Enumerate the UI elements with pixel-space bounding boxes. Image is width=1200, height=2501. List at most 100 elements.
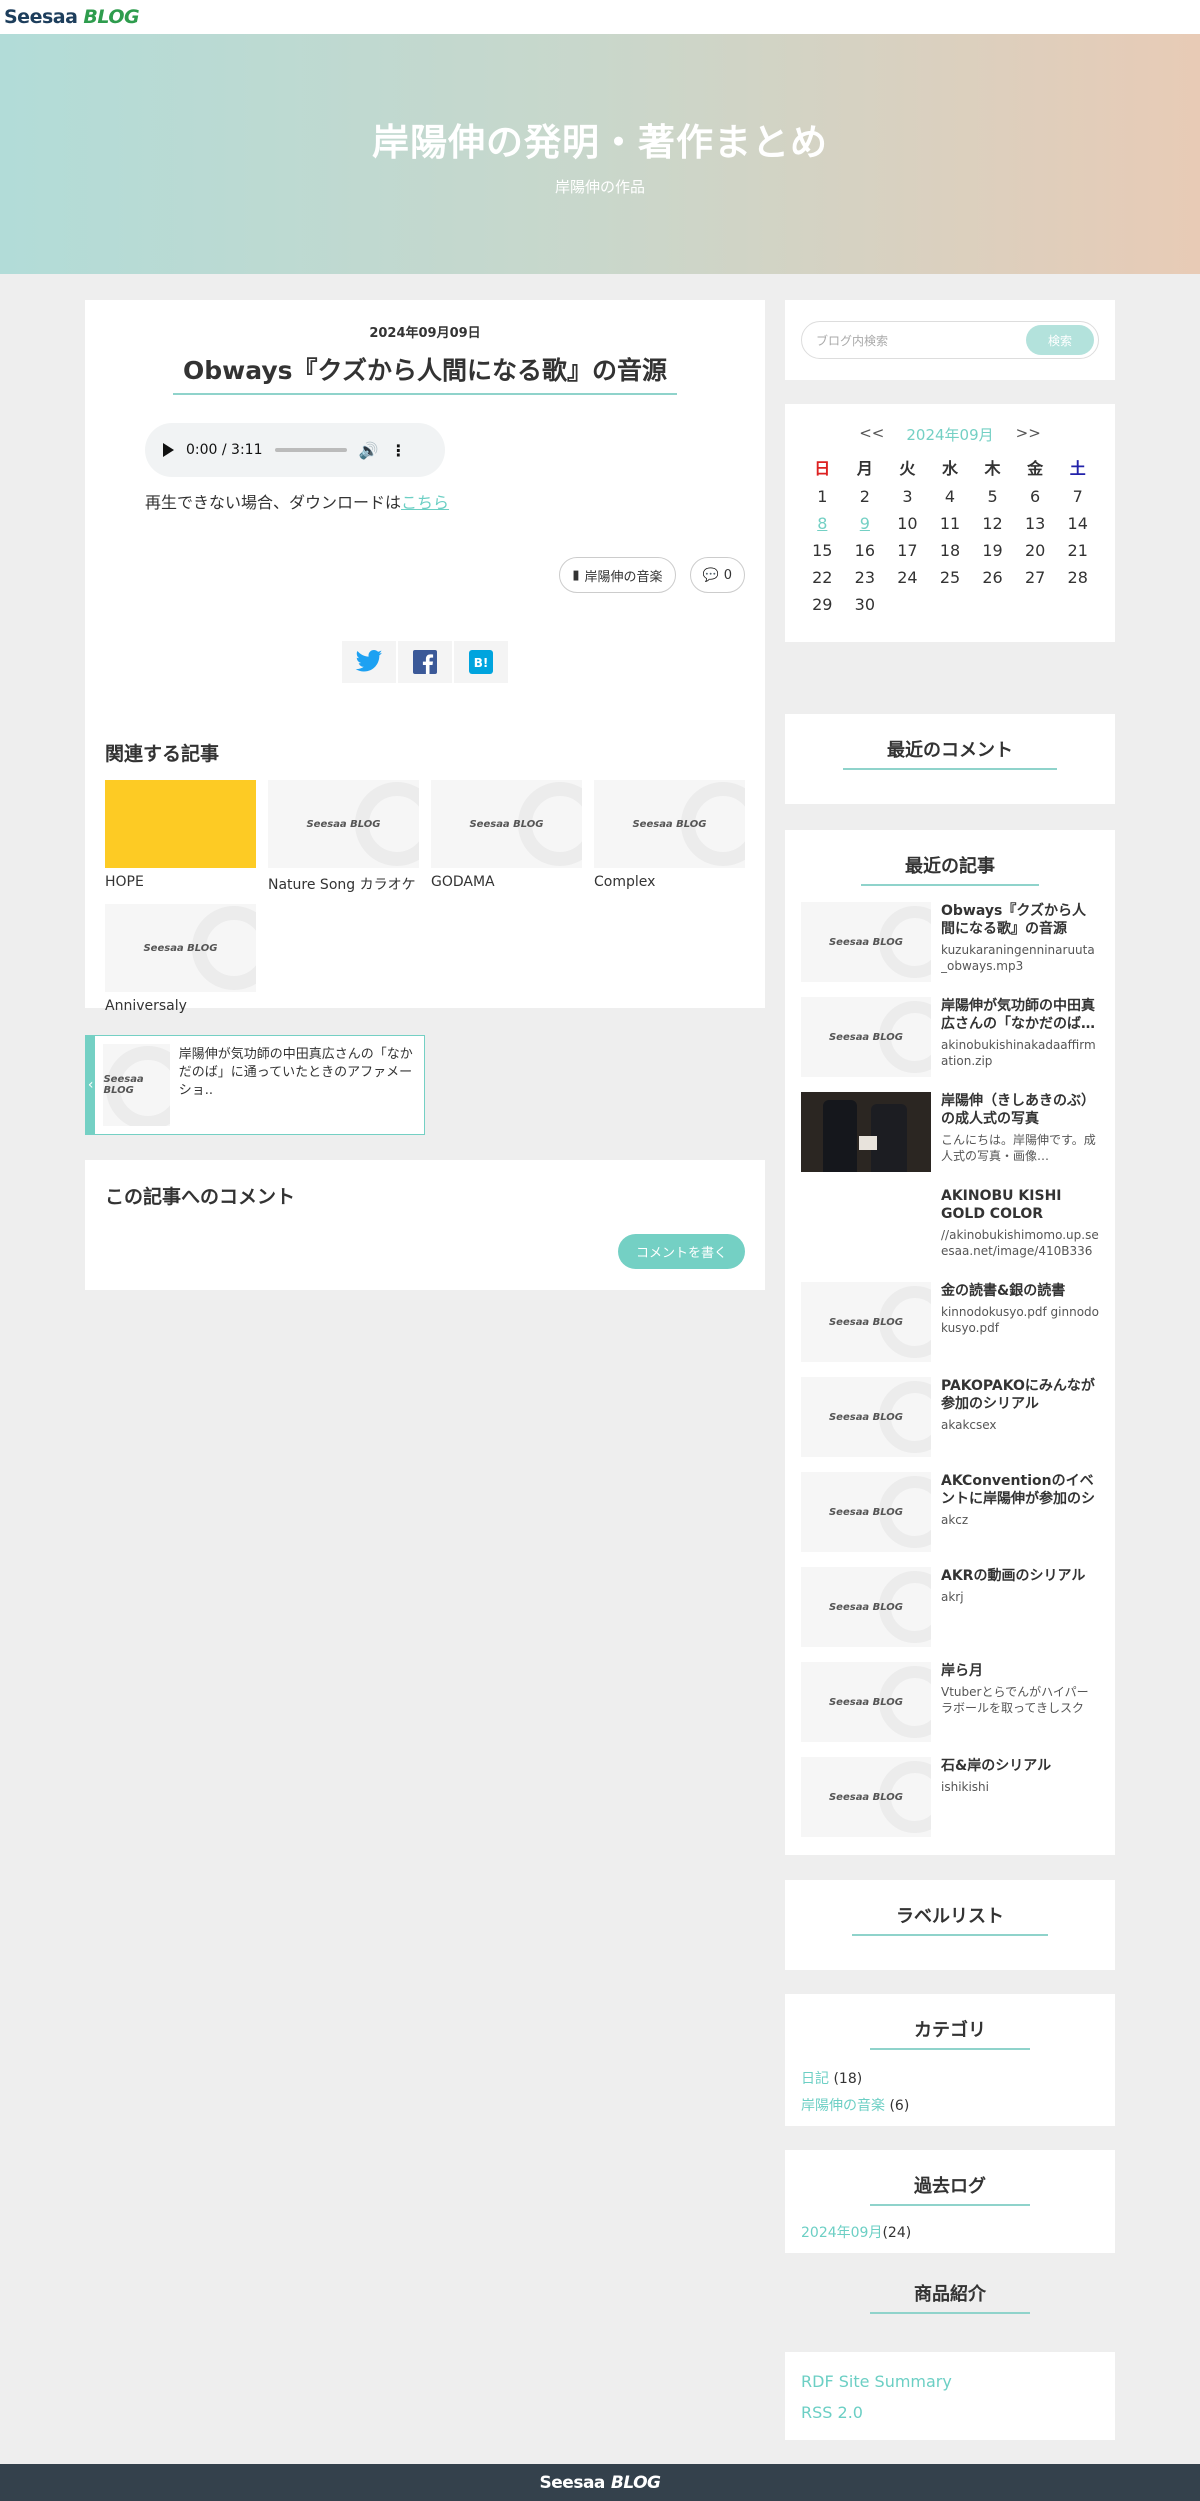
article-title[interactable]: Obways『クズから人間になる歌』の音源	[105, 351, 745, 395]
related-item[interactable]: Seesaa BLOG Nature Song カラオケ	[268, 780, 419, 894]
blog-title[interactable]: 岸陽伸の発明・著作まとめ	[372, 112, 828, 166]
recent-article-item[interactable]: Seesaa BLOG 岸陽伸が気功師の中田真広さんの「なかだのば… akinobu…	[801, 997, 1099, 1092]
calendar-weekday: 水	[941, 459, 958, 478]
calendar-day: 23	[854, 568, 876, 587]
related-articles: HOPE Seesaa BLOG Nature Song カラオケ Seesaa…	[105, 780, 745, 1014]
recent-article-text: 岸ら月 Vtuberとらでんがハイパーラボールを取ってきしスクー…	[941, 1662, 1099, 1757]
calendar-day: 25	[939, 568, 961, 587]
recent-articles-widget: 最近の記事 Seesaa BLOG Obways『クズから人間になる歌』の音源 ku…	[785, 830, 1115, 1855]
recent-article-item[interactable]: Seesaa BLOG Obways『クズから人間になる歌』の音源 kuzukara…	[801, 902, 1099, 997]
twitter-share-button[interactable]	[342, 641, 396, 683]
calendar-day[interactable]: 9	[844, 514, 887, 533]
recent-article-item[interactable]: Seesaa BLOG PAKOPAKOにみんなが参加のシリアル akakcsex	[801, 1377, 1099, 1472]
more-options-icon[interactable]: ⋮	[390, 441, 406, 460]
recent-article-desc: Vtuberとらでんがハイパーラボールを取ってきしスクー…	[941, 1685, 1089, 1715]
recent-article-desc: akinobukishinakadaaffirmation.zip	[941, 1038, 1096, 1068]
archive-title: 過去ログ	[801, 2172, 1099, 2206]
calendar-prev-link[interactable]: <<	[859, 424, 884, 445]
related-thumbnail: Seesaa BLOG	[431, 780, 582, 868]
recent-article-title[interactable]: 石&岸のシリアル	[941, 1757, 1051, 1775]
facebook-share-button[interactable]	[398, 641, 452, 683]
comment-count-pill[interactable]: 💬 0	[689, 557, 745, 593]
calendar-day[interactable]: 8	[801, 514, 844, 533]
play-icon[interactable]	[163, 443, 174, 457]
labels-title: ラベルリスト	[785, 1902, 1115, 1936]
comments-heading: この記事へのコメント	[105, 1186, 296, 1208]
category-link[interactable]: 岸陽伸の音楽	[801, 2098, 885, 2114]
previous-article-thumbnail: Seesaa BLOG	[103, 1044, 170, 1126]
recent-article-title[interactable]: AKRの動画のシリアル	[941, 1567, 1085, 1585]
related-item[interactable]: Seesaa BLOG Anniversaly	[105, 904, 256, 1014]
recent-article-title[interactable]: Obways『クズから人間になる歌』の音源	[941, 902, 1099, 938]
audio-seek-bar[interactable]	[274, 448, 347, 452]
archive-link[interactable]: 2024年09月	[801, 2225, 882, 2241]
recent-article-item[interactable]: Seesaa BLOG AKRの動画のシリアル akrj	[801, 1567, 1099, 1662]
category-count: (18)	[833, 2071, 863, 2087]
calendar-day: 21	[1067, 541, 1088, 560]
previous-article-title: 岸陽伸が気功師の中田真広さんの「なかだのば」に通っていたときのアファメーショ..	[178, 1047, 413, 1098]
related-item[interactable]: Seesaa BLOG Complex	[594, 780, 745, 894]
calendar-weekday: 火	[899, 459, 916, 478]
category-widget: カテゴリ 日記 (18) 岸陽伸の音楽 (6)	[785, 1994, 1115, 2126]
category-item: 岸陽伸の音楽 (6)	[801, 2093, 1099, 2120]
recent-article-item[interactable]: Seesaa BLOG AKConventionのイベントに岸陽伸が参加のシ akc…	[801, 1472, 1099, 1567]
recent-article-title[interactable]: AKConventionのイベントに岸陽伸が参加のシ	[941, 1472, 1099, 1508]
recent-article-desc: こんにちは。岸陽伸です。成人式の写真・画像…	[941, 1133, 1096, 1163]
recent-article-desc: akcz	[941, 1513, 969, 1527]
volume-icon[interactable]: 🔊	[359, 441, 379, 460]
facebook-icon	[413, 650, 437, 674]
recent-article-thumbnail: Seesaa BLOG	[801, 997, 931, 1077]
recent-article-thumbnail: Seesaa BLOG	[801, 902, 931, 982]
recent-article-title[interactable]: 岸ら月	[941, 1662, 1099, 1680]
calendar-day: 14	[1067, 514, 1088, 533]
recent-articles-list: Seesaa BLOG Obways『クズから人間になる歌』の音源 kuzukara…	[801, 902, 1099, 1852]
recent-article-item[interactable]: 岸陽伸（きしあきのぶ）の成人式の写真こんにちは。岸陽伸です。成人式の写真・画像…	[801, 1092, 1099, 1187]
hatena-bookmark-share-button[interactable]: B!	[454, 641, 508, 683]
labels-widget: ラベルリスト	[785, 1880, 1115, 1970]
placeholder-logo: Seesaa BLOG	[828, 1411, 904, 1423]
top-bar: Seesaa BLOG	[0, 0, 1200, 34]
placeholder-logo: Seesaa BLOG	[828, 1696, 904, 1708]
calendar-month[interactable]: 2024年09月	[906, 424, 993, 445]
search-box: ブログ内検索 検索	[801, 321, 1099, 359]
recent-article-title[interactable]: PAKOPAKOにみんなが参加のシリアル	[941, 1377, 1099, 1413]
calendar-day: 18	[939, 541, 961, 560]
svg-text:B!: B!	[474, 656, 489, 670]
search-button[interactable]: 検索	[1026, 325, 1094, 355]
recent-article-title[interactable]: 岸陽伸（きしあきのぶ）の成人式の写真	[941, 1092, 1099, 1128]
category-title: カテゴリ	[801, 2016, 1099, 2050]
footer: Seesaa BLOG	[0, 2464, 1200, 2501]
recent-article-item[interactable]: Seesaa BLOG 岸ら月 Vtuberとらでんがハイパーラボールを取ってきしス…	[801, 1662, 1099, 1757]
download-link[interactable]: こちら	[401, 493, 449, 512]
search-widget: ブログ内検索 検索	[785, 300, 1115, 380]
comment-count: 0	[723, 567, 732, 583]
recent-article-title[interactable]: AKINOBU KISHI GOLD COLOR	[941, 1187, 1099, 1223]
placeholder-logo: Seesaa BLOG	[469, 818, 544, 830]
calendar-day: 15	[812, 541, 833, 560]
footer-logo[interactable]: Seesaa BLOG	[540, 2473, 661, 2493]
write-comment-button[interactable]: コメントを書く	[617, 1234, 745, 1269]
calendar-day: 1	[817, 487, 828, 506]
related-thumbnail: Seesaa BLOG	[105, 904, 256, 992]
footer-logo-a: Seesaa	[539, 2472, 606, 2493]
recent-article-thumbnail: Seesaa BLOG	[801, 1282, 931, 1362]
tag-pill[interactable]: ▮ 岸陽伸の音楽	[559, 557, 676, 593]
rdf-feed-link[interactable]: RDF Site Summary	[801, 2372, 952, 2391]
related-item[interactable]: HOPE	[105, 780, 256, 894]
recent-article-title[interactable]: 金の読書&銀の読書	[941, 1282, 1099, 1300]
recent-article-item[interactable]: AKINOBU KISHI GOLD COLOR //akinobukishimo…	[801, 1187, 1099, 1282]
calendar-day: 17	[897, 541, 918, 560]
recent-article-item[interactable]: Seesaa BLOG 金の読書&銀の読書 kinnodokusyo.pdf gin…	[801, 1282, 1099, 1377]
audio-time: 0:00 / 3:11	[186, 442, 263, 458]
calendar-next-link[interactable]: >>	[1016, 424, 1041, 445]
rss2-feed-link[interactable]: RSS 2.0	[801, 2403, 863, 2422]
search-input[interactable]: ブログ内検索	[816, 332, 888, 349]
previous-article-link[interactable]: ‹ Seesaa BLOG 岸陽伸が気功師の中田真広さんの「なかだのば」に通って…	[85, 1035, 425, 1135]
category-link[interactable]: 日記	[801, 2071, 829, 2087]
recent-article-item[interactable]: Seesaa BLOG 石&岸のシリアル ishikishi	[801, 1757, 1099, 1852]
comment-icon: 💬	[702, 567, 719, 583]
site-logo[interactable]: Seesaa BLOG	[4, 6, 140, 28]
recent-article-thumbnail: Seesaa BLOG	[801, 1472, 931, 1552]
related-item[interactable]: Seesaa BLOG GODAMA	[431, 780, 582, 894]
recent-article-title[interactable]: 岸陽伸が気功師の中田真広さんの「なかだのば…	[941, 997, 1099, 1033]
